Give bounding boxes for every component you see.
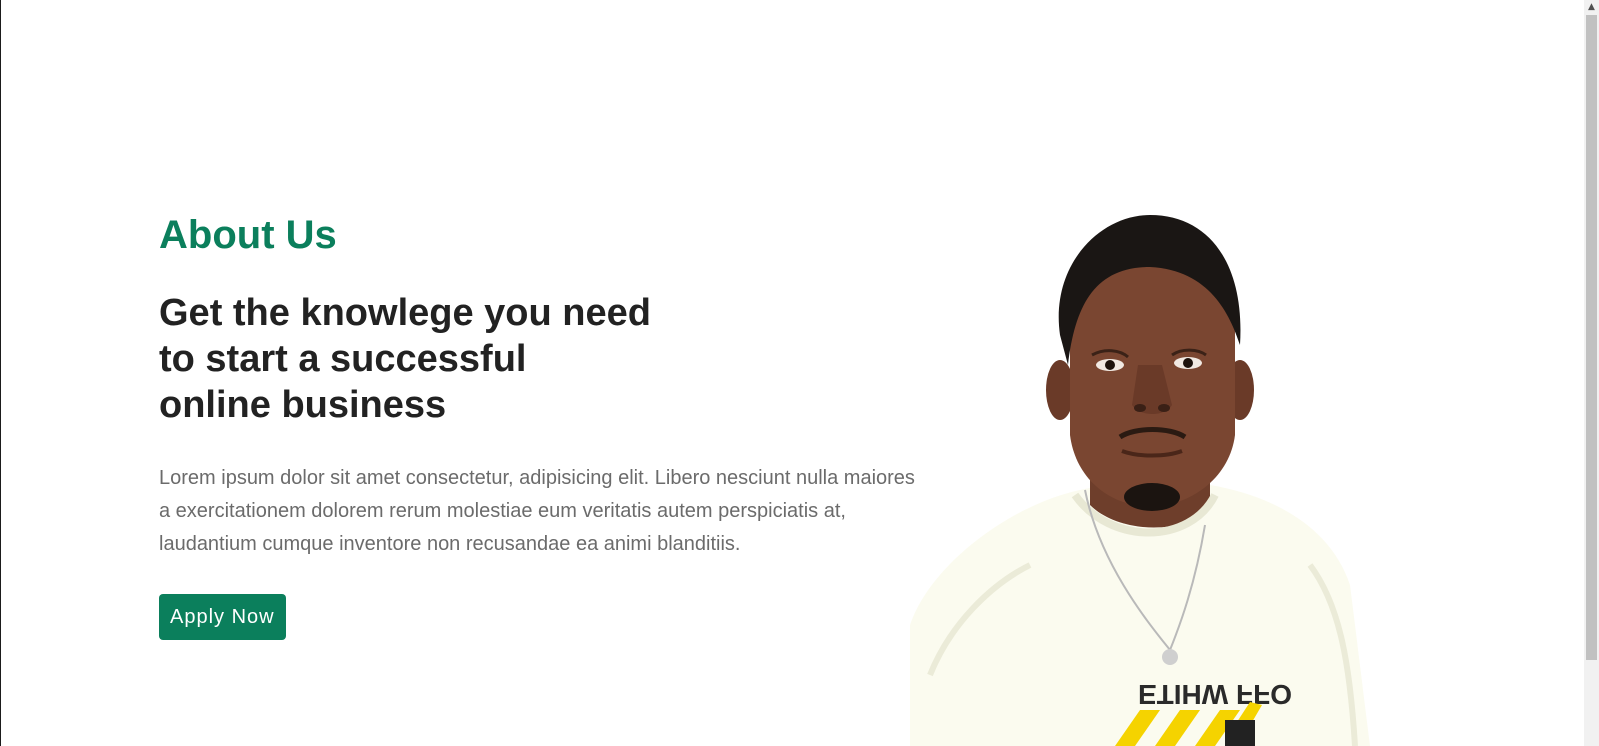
vertical-scrollbar[interactable]: ▲ [1584, 0, 1599, 746]
headline-line: Get the knowlege you need [159, 292, 651, 334]
scrollbar-thumb[interactable] [1586, 15, 1597, 660]
svg-text:ETIHW FFO: ETIHW FFO [1138, 679, 1292, 710]
portrait-image: ETIHW FFO [910, 215, 1370, 746]
chevron-up-icon[interactable]: ▲ [1584, 0, 1599, 14]
page: About Us Get the knowlege you need to st… [0, 0, 1599, 746]
apply-now-button[interactable]: Apply Now [159, 594, 286, 640]
headline-line: online business [159, 384, 447, 426]
headline-line: to start a successful [159, 338, 527, 380]
headline: Get the knowlege you need to start a suc… [159, 290, 919, 428]
about-description: Lorem ipsum dolor sit amet consectetur, … [159, 467, 915, 555]
section-label: About Us [159, 213, 337, 257]
about-section: About Us Get the knowlege you need to st… [159, 212, 919, 640]
window-edge [0, 0, 1, 746]
